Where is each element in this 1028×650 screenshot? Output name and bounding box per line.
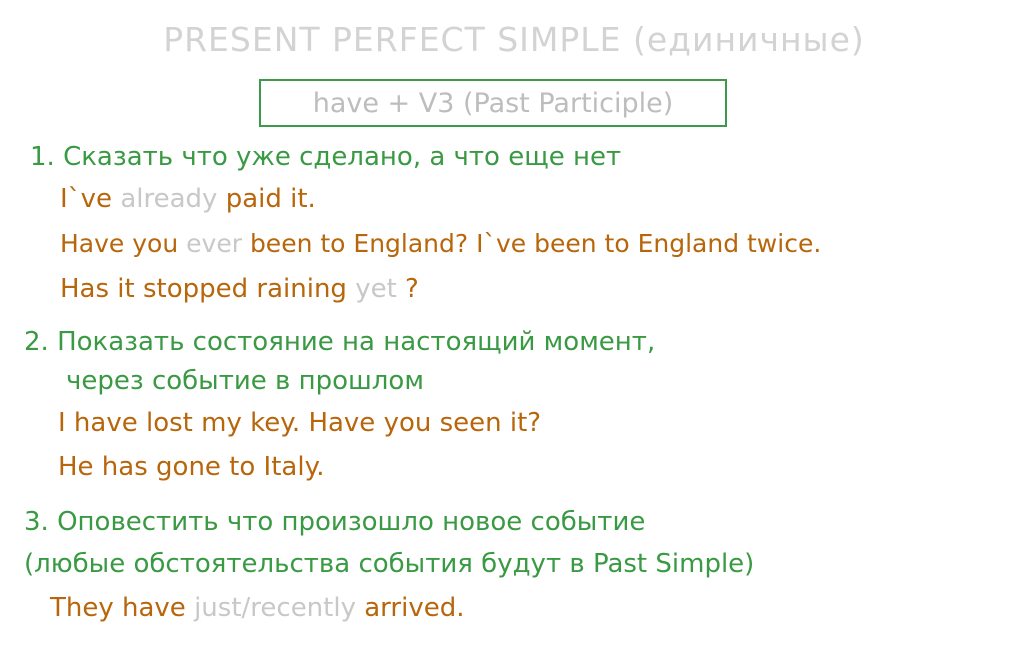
example-hint: ever [186,229,242,258]
formula-box: have + V3 (Past Participle) [259,79,727,127]
section-1-example-1: I`ve already paid it. [60,184,316,214]
example-hint: yet [355,274,397,304]
example-text: ? [405,274,419,304]
section-1-example-2: Have you ever been to England? I`ve been… [60,229,821,258]
example-hint: just/recently [194,593,356,623]
section-3-subheading: (любые обстоятельства события будут в Pa… [24,549,755,579]
formula-text: have + V3 (Past Participle) [312,87,674,119]
example-text: paid it. [225,184,316,214]
example-text: Have you [60,229,179,258]
section-3-example-1: They have just/recently arrived. [50,593,464,623]
example-text: arrived. [364,593,465,623]
example-text: Has it stopped raining [60,274,347,304]
example-text: I`ve [60,184,113,214]
section-3-heading: 3. Оповестить что произошло новое событи… [24,507,646,537]
section-1-heading: 1. Сказать что уже сделано, а что еще не… [30,142,622,172]
example-text: been to England? I`ve been to England tw… [249,229,822,258]
section-2-example-1: I have lost my key. Have you seen it? [58,408,542,438]
page-title: PRESENT PERFECT SIMPLE (единичные) [163,20,865,59]
example-hint: already [120,184,218,214]
example-text: They have [50,593,186,623]
section-2-example-2: He has gone to Italy. [58,452,325,482]
section-1-example-3: Has it stopped raining yet ? [60,274,419,304]
section-2-subheading: через событие в прошлом [66,366,424,396]
section-2-heading: 2. Показать состояние на настоящий момен… [24,327,656,357]
